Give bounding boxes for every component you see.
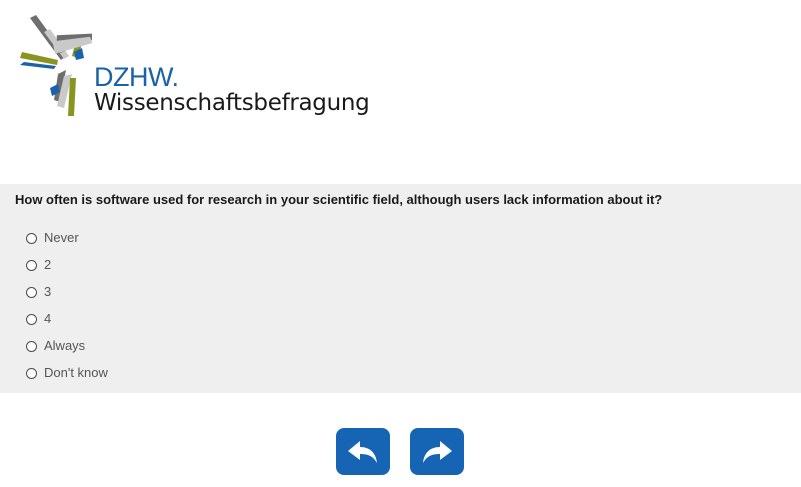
question-panel: How often is software used for research …: [0, 184, 801, 393]
back-arrow-icon: [348, 440, 377, 463]
radio-button[interactable]: [26, 260, 37, 271]
option-3[interactable]: 3: [26, 278, 108, 305]
question-text: How often is software used for research …: [15, 192, 663, 207]
radio-button[interactable]: [26, 368, 37, 379]
radio-button[interactable]: [26, 287, 37, 298]
option-4[interactable]: 4: [26, 305, 108, 332]
dzhw-logo: DZHW. Wissenschaftsbefragung: [14, 12, 384, 124]
radio-button[interactable]: [26, 314, 37, 325]
survey-page: DZHW. Wissenschaftsbefragung How often i…: [0, 0, 801, 487]
option-label: Never: [44, 230, 79, 245]
forward-arrow-icon: [423, 440, 452, 463]
logo-rays-icon: [20, 15, 93, 116]
option-label: Don't know: [44, 365, 108, 380]
option-never[interactable]: Never: [26, 224, 108, 251]
logo-abbreviation: DZHW.: [94, 64, 179, 91]
logo-abbreviation-text: DZHW.: [94, 62, 179, 92]
logo-wordmark: Wissenschaftsbefragung: [94, 90, 370, 116]
radio-button[interactable]: [26, 341, 37, 352]
option-label: 3: [44, 284, 52, 299]
option-label: 2: [44, 257, 52, 272]
option-2[interactable]: 2: [26, 251, 108, 278]
option-always[interactable]: Always: [26, 332, 108, 359]
option-label: 4: [44, 311, 52, 326]
option-label: Always: [44, 338, 86, 353]
option-dont-know[interactable]: Don't know: [26, 359, 108, 386]
answer-options: Never 2 3 4 Always Don't know: [26, 224, 108, 386]
radio-button[interactable]: [26, 233, 37, 244]
next-button[interactable]: [410, 428, 464, 475]
back-button[interactable]: [336, 428, 390, 475]
